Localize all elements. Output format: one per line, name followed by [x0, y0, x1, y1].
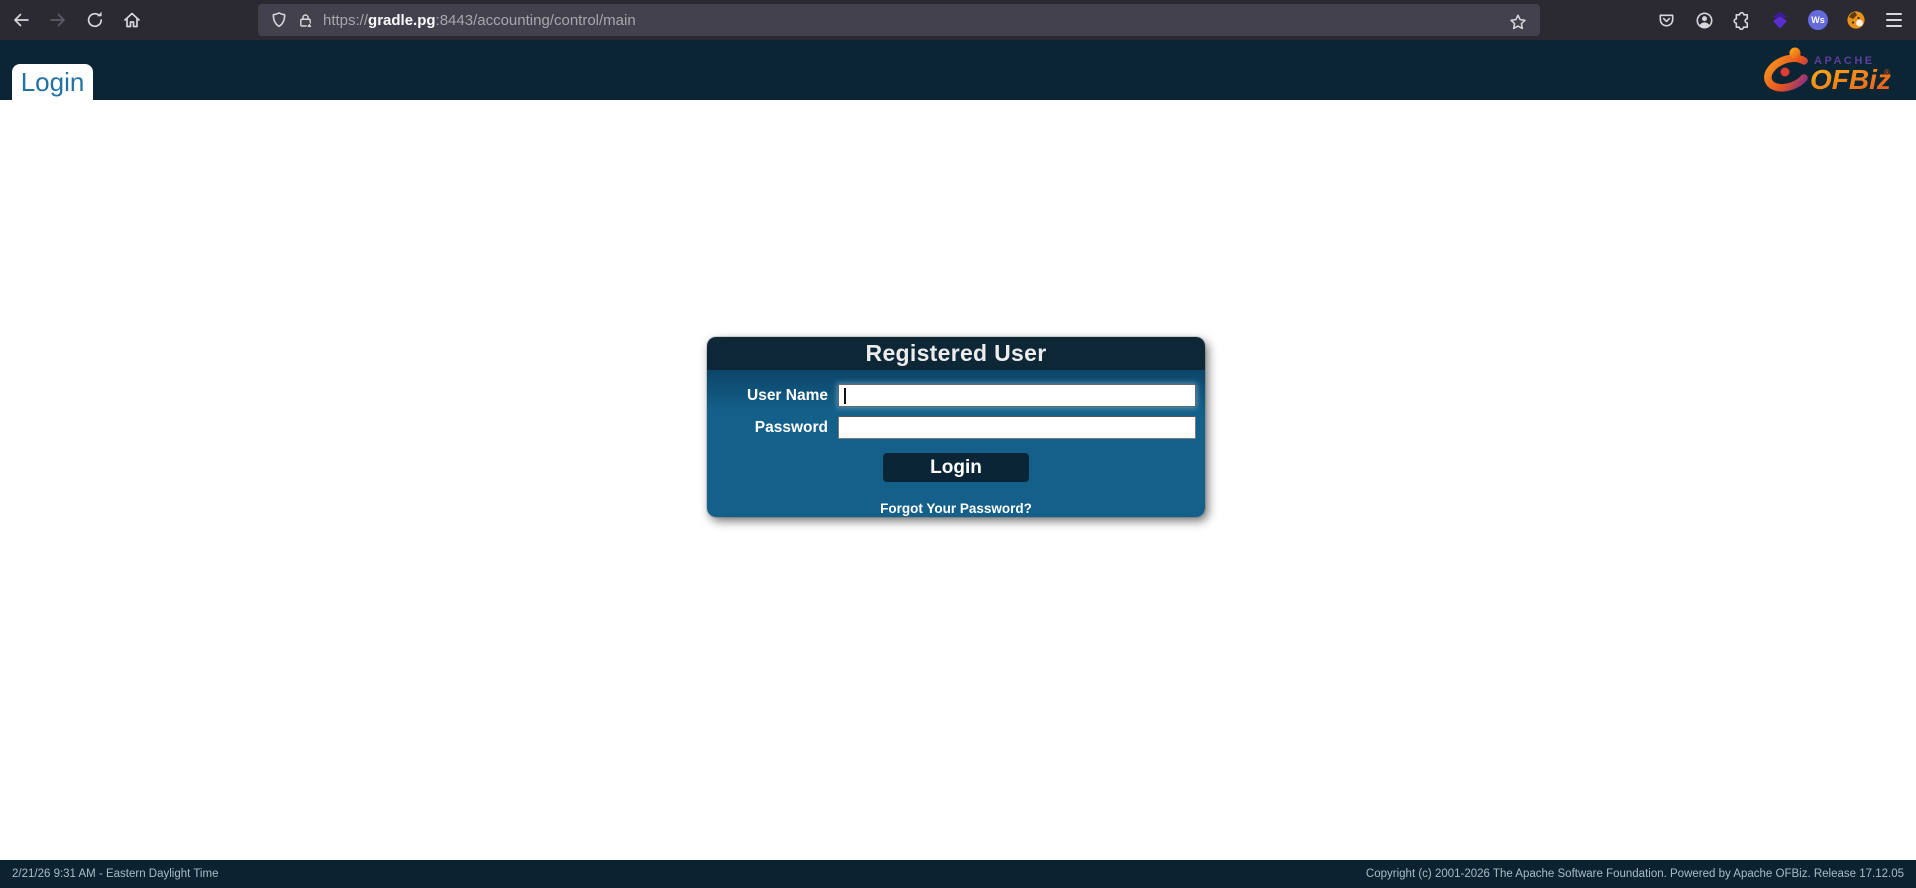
- tracking-shield-icon[interactable]: [270, 11, 288, 29]
- star-icon: [1509, 13, 1527, 31]
- ofbiz-logo-icon: APACHE OFBiz ®: [1764, 45, 1892, 97]
- forward-icon: [48, 10, 68, 30]
- account-icon: [1695, 11, 1714, 30]
- browser-action-group: Ws: [1650, 4, 1910, 36]
- username-row: User Name: [707, 384, 1205, 407]
- ws-badge-icon: Ws: [1808, 10, 1828, 30]
- password-input[interactable]: [838, 416, 1196, 439]
- reload-icon: [85, 10, 105, 30]
- url-host: gradle.pg: [368, 12, 436, 29]
- bookmark-star-button[interactable]: [1502, 6, 1534, 38]
- username-field-wrap: [838, 384, 1196, 407]
- tab-login[interactable]: Login: [12, 64, 93, 100]
- menu-button[interactable]: [1878, 4, 1910, 36]
- login-box: Registered User User Name Password Login: [707, 337, 1205, 517]
- username-label: User Name: [707, 387, 838, 405]
- password-label: Password: [707, 419, 838, 437]
- menu-icon: [1886, 13, 1902, 15]
- extension-monkey-button[interactable]: [1840, 4, 1872, 36]
- login-box-title: Registered User: [707, 337, 1205, 370]
- browser-toolbar: https://gradle.pg:8443/accounting/contro…: [0, 0, 1916, 40]
- back-icon: [11, 10, 31, 30]
- app-footer: 2/21/26 9:31 AM - Eastern Daylight Time …: [0, 860, 1916, 888]
- page-body: Registered User User Name Password Login: [0, 100, 1916, 860]
- monkey-icon: [1846, 10, 1866, 30]
- footer-copyright: Copyright (c) 2001-2026 The Apache Softw…: [1366, 868, 1904, 880]
- url-bar[interactable]: https://gradle.pg:8443/accounting/contro…: [258, 4, 1540, 36]
- text-caret: [844, 388, 846, 404]
- url-text[interactable]: https://gradle.pg:8443/accounting/contro…: [323, 12, 636, 29]
- url-path: :8443/accounting/control/main: [436, 12, 636, 29]
- url-scheme: https://: [323, 12, 368, 29]
- forward-button[interactable]: [42, 4, 74, 36]
- account-button[interactable]: [1688, 4, 1720, 36]
- svg-text:OFBiz: OFBiz: [1810, 64, 1891, 95]
- extension-gem-button[interactable]: [1764, 4, 1796, 36]
- svg-text:®: ®: [1884, 68, 1890, 77]
- pocket-icon: [1657, 11, 1676, 30]
- forgot-password-link[interactable]: Forgot Your Password?: [707, 501, 1205, 516]
- back-button[interactable]: [5, 4, 37, 36]
- password-row: Password: [707, 416, 1205, 439]
- home-icon: [122, 10, 142, 30]
- footer-datetime: 2/21/26 9:31 AM - Eastern Daylight Time: [12, 868, 218, 880]
- home-button[interactable]: [116, 4, 148, 36]
- login-box-body: User Name Password Login Forgot Your Pas…: [707, 370, 1205, 517]
- tab-login-label: Login: [21, 67, 85, 98]
- app-header: Login APACHE: [0, 40, 1916, 100]
- browser-nav-group: [0, 4, 148, 36]
- username-input[interactable]: [838, 384, 1196, 407]
- reload-button[interactable]: [79, 4, 111, 36]
- puzzle-piece-icon: [1733, 11, 1752, 30]
- extensions-button[interactable]: [1726, 4, 1758, 36]
- ofbiz-logo[interactable]: APACHE OFBiz ®: [1764, 45, 1892, 102]
- purple-gem-icon: [1770, 10, 1790, 30]
- pocket-button[interactable]: [1650, 4, 1682, 36]
- login-button[interactable]: Login: [883, 453, 1029, 482]
- lock-warning-icon[interactable]: [297, 12, 314, 29]
- extension-ws-button[interactable]: Ws: [1802, 4, 1834, 36]
- password-field-wrap: [838, 416, 1196, 439]
- screen: https://gradle.pg:8443/accounting/contro…: [0, 0, 1916, 888]
